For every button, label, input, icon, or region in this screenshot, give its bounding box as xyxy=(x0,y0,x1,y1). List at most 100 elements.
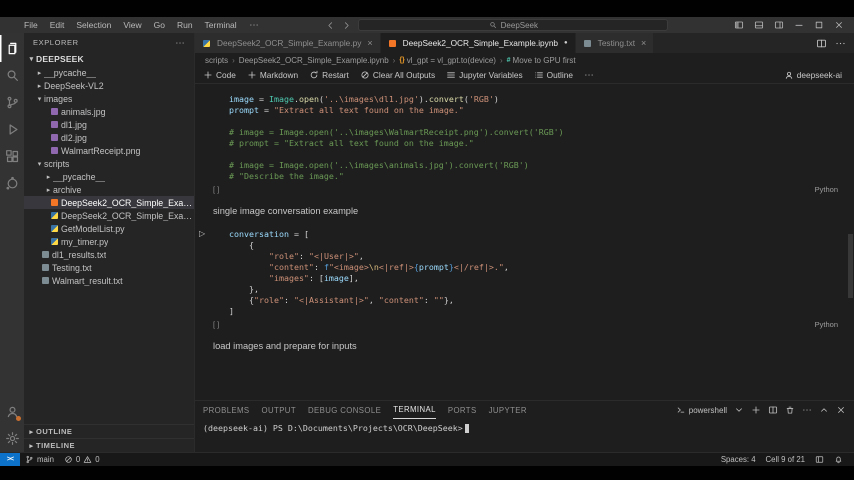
split-terminal-button[interactable] xyxy=(768,405,778,415)
terminal[interactable]: (deepseek-ai) PS D:\Documents\Projects\O… xyxy=(195,419,854,452)
markdown-cell[interactable]: single image conversation example xyxy=(213,206,840,216)
explorer-icon[interactable] xyxy=(0,35,24,62)
panel-tab-jupyter[interactable]: JUPYTER xyxy=(489,401,527,419)
branch-indicator[interactable]: main xyxy=(20,453,59,467)
menu-file[interactable]: File xyxy=(18,20,44,30)
layout-panel-icon[interactable] xyxy=(750,18,768,32)
kill-terminal-button[interactable] xyxy=(785,405,795,415)
command-center[interactable]: DeepSeek xyxy=(358,19,669,31)
tree-item-dl1.jpg[interactable]: dl1.jpg xyxy=(24,118,194,131)
editor-tab-actions xyxy=(816,33,854,53)
split-editor-icon[interactable] xyxy=(816,38,827,49)
jupyter-icon[interactable] xyxy=(0,170,24,197)
tree-item-DeepSeek2_OCR_Simple_Example.ipynb[interactable]: DeepSeek2_OCR_Simple_Example.ipynb xyxy=(24,196,194,209)
layout-sidebar-icon[interactable] xyxy=(730,18,748,32)
tab-DeepSeek2_OCR_Simple_Example.ipynb[interactable]: DeepSeek2_OCR_Simple_Example.ipynb ● xyxy=(380,33,576,53)
menu-view[interactable]: View xyxy=(117,20,147,30)
code-cell[interactable]: image = Image.open('..\images\dl1.jpg').… xyxy=(213,94,840,194)
kernel-picker[interactable]: deepseek-ai xyxy=(784,70,854,80)
tree-item-animals.jpg[interactable]: animals.jpg xyxy=(24,105,194,118)
editor-scrollbar[interactable] xyxy=(848,234,853,298)
tree-item-__pycache__[interactable]: ▸ __pycache__ xyxy=(24,66,194,79)
minimize-icon[interactable] xyxy=(790,18,808,32)
close-tab-icon[interactable]: × xyxy=(367,38,372,48)
account-icon[interactable] xyxy=(0,398,24,425)
notebook-file-icon xyxy=(388,39,396,47)
remote-indicator[interactable]: >< xyxy=(0,453,20,466)
terminal-cursor xyxy=(464,423,470,433)
tree-item-WalmartReceipt.png[interactable]: WalmartReceipt.png xyxy=(24,144,194,157)
forward-icon[interactable] xyxy=(342,21,351,30)
panel-tab-ports[interactable]: PORTS xyxy=(448,401,477,419)
menu-go[interactable]: Go xyxy=(148,20,171,30)
close-icon[interactable] xyxy=(830,18,848,32)
tree-item-DeepSeek2_OCR_Simple_Example.py[interactable]: DeepSeek2_OCR_Simple_Example.py xyxy=(24,209,194,222)
section-outline[interactable]: ▸ OUTLINE xyxy=(24,424,194,438)
source-control-icon[interactable] xyxy=(0,89,24,116)
panel-tab-debug-console[interactable]: DEBUG CONSOLE xyxy=(308,401,381,419)
menu-edit[interactable]: Edit xyxy=(44,20,71,30)
tree-item-dl2.jpg[interactable]: dl2.jpg xyxy=(24,131,194,144)
explorer-more-icon[interactable] xyxy=(175,38,185,48)
maximize-icon[interactable] xyxy=(810,18,828,32)
layout-icon[interactable] xyxy=(810,453,829,467)
menu-overflow-icon[interactable] xyxy=(243,20,265,30)
tree-item-Testing.txt[interactable]: Testing.txt xyxy=(24,261,194,274)
breadcrumb-item[interactable]: {} vl_gpt = vl_gpt.to(device) xyxy=(399,56,496,65)
notifications-bell-icon[interactable] xyxy=(829,453,848,467)
new-terminal-button[interactable] xyxy=(751,405,761,415)
menu-run[interactable]: Run xyxy=(171,20,199,30)
panel-tab-problems[interactable]: PROBLEMS xyxy=(203,401,250,419)
section-timeline[interactable]: ▸ TIMELINE xyxy=(24,438,194,452)
tree-item-Walmart_result.txt[interactable]: Walmart_result.txt xyxy=(24,274,194,287)
settings-gear-icon[interactable] xyxy=(0,425,24,452)
add-code-button[interactable]: Code xyxy=(203,70,236,80)
extensions-icon[interactable] xyxy=(0,143,24,170)
markdown-cell[interactable]: load images and prepare for inputs xyxy=(213,341,840,351)
search-icon[interactable] xyxy=(0,62,24,89)
tab-DeepSeek2_OCR_Simple_Example.py[interactable]: DeepSeek2_OCR_Simple_Example.py × xyxy=(195,33,381,53)
menu-terminal[interactable]: Terminal xyxy=(199,20,243,30)
terminal-more-button[interactable] xyxy=(802,405,812,415)
more-actions-button[interactable] xyxy=(584,70,594,80)
tree-item-dl1_results.txt[interactable]: dl1_results.txt xyxy=(24,248,194,261)
maximize-panel-button[interactable] xyxy=(819,405,829,415)
back-icon[interactable] xyxy=(326,21,335,30)
tree-item-scripts[interactable]: ▾ scripts xyxy=(24,157,194,170)
spaces-indicator[interactable]: Spaces: 4 xyxy=(716,453,761,467)
tree-item-DeepSeek-VL2[interactable]: ▸ DeepSeek-VL2 xyxy=(24,79,194,92)
add-markdown-button[interactable]: Markdown xyxy=(247,70,298,80)
layout-sidebar-right-icon[interactable] xyxy=(770,18,788,32)
tree-item-GetModelList.py[interactable]: GetModelList.py xyxy=(24,222,194,235)
tab-Testing.txt[interactable]: Testing.txt × xyxy=(575,33,655,53)
run-cell-button[interactable]: ▷ xyxy=(199,229,205,238)
problems-indicator[interactable]: 0 0 xyxy=(59,453,105,467)
restart-button[interactable]: Restart xyxy=(309,70,349,80)
tree-item-archive[interactable]: ▸ archive xyxy=(24,183,194,196)
cell-editor[interactable]: conversation = [ { "role": "<|User|>", "… xyxy=(229,229,840,317)
outline-button[interactable]: Outline xyxy=(534,70,573,80)
cell-language-picker[interactable]: Python xyxy=(815,320,838,329)
run-and-debug-icon[interactable] xyxy=(0,116,24,143)
breadcrumb-item[interactable]: # Move to GPU first xyxy=(507,56,576,65)
shell-dropdown[interactable] xyxy=(734,405,744,415)
more-editor-icon[interactable] xyxy=(835,38,846,49)
breadcrumb-item[interactable]: DeepSeek2_OCR_Simple_Example.ipynb xyxy=(239,56,389,65)
code-cell[interactable]: ▷ conversation = [ { "role": "<|User|>", … xyxy=(199,229,840,329)
workspace-root-folder[interactable]: ▾ DEEPSEEK xyxy=(24,52,194,66)
clear-all-outputs-button[interactable]: Clear All Outputs xyxy=(360,70,435,80)
cell-language-picker[interactable]: Python xyxy=(815,185,838,194)
panel-tab-terminal[interactable]: TERMINAL xyxy=(393,401,436,419)
close-panel-button[interactable] xyxy=(836,405,846,415)
cell-position-indicator[interactable]: Cell 9 of 21 xyxy=(761,453,810,467)
tree-item-images[interactable]: ▾ images xyxy=(24,92,194,105)
tree-item-__pycache__[interactable]: ▸ __pycache__ xyxy=(24,170,194,183)
cell-editor[interactable]: image = Image.open('..\images\dl1.jpg').… xyxy=(229,94,840,182)
panel-tab-output[interactable]: OUTPUT xyxy=(262,401,296,419)
menu-selection[interactable]: Selection xyxy=(70,20,117,30)
close-tab-icon[interactable]: × xyxy=(641,38,646,48)
shell-selector[interactable]: powershell xyxy=(676,405,727,415)
breadcrumb-item[interactable]: scripts xyxy=(205,56,228,65)
jupyter-variables-button[interactable]: Jupyter Variables xyxy=(446,70,523,80)
tree-item-my_timer.py[interactable]: my_timer.py xyxy=(24,235,194,248)
